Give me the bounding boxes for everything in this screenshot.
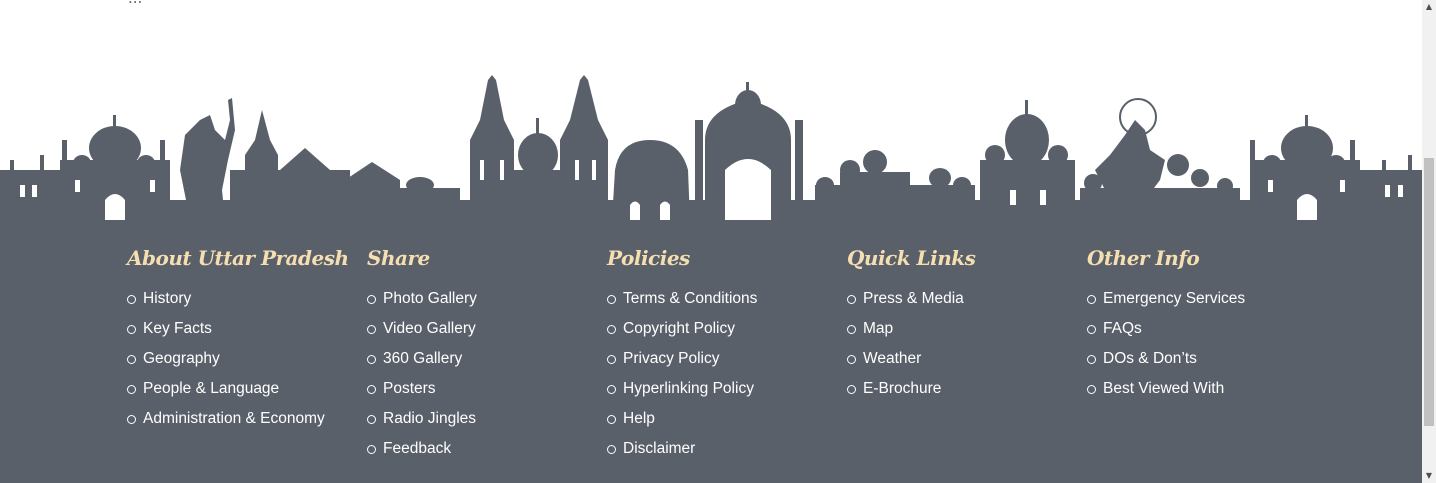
footer-link-360-gallery[interactable]: 360 Gallery <box>367 344 477 374</box>
link-label: DOs & Don’ts <box>1103 350 1197 367</box>
footer-link-administration-economy[interactable]: Administration & Economy <box>127 404 349 434</box>
circle-bullet-icon <box>847 324 856 334</box>
circle-bullet-icon <box>367 384 376 394</box>
link-label: Key Facts <box>143 320 212 337</box>
footer-column-title: Other Info <box>1087 246 1200 270</box>
link-label: Help <box>623 410 655 427</box>
circle-bullet-icon <box>607 414 616 424</box>
footer-link-list: Emergency Services FAQs DOs & Don’ts Bes… <box>1087 284 1245 404</box>
circle-bullet-icon <box>127 294 136 304</box>
footer-link-map[interactable]: Map <box>847 314 975 344</box>
footer-link-list: History Key Facts Geography People & Lan… <box>127 284 349 434</box>
circle-bullet-icon <box>1087 294 1096 304</box>
circle-bullet-icon <box>1087 354 1096 364</box>
circle-bullet-icon <box>127 354 136 364</box>
link-label: Best Viewed With <box>1103 380 1225 397</box>
scroll-up-arrow-icon[interactable]: ▲ <box>1422 0 1436 14</box>
link-label: Privacy Policy <box>623 350 720 367</box>
footer-link-e-brochure[interactable]: E-Brochure <box>847 374 975 404</box>
footer-column-title: Policies <box>607 246 690 270</box>
footer-column-policies: Policies Terms & Conditions Copyright Po… <box>607 246 757 464</box>
link-label: 360 Gallery <box>383 350 463 367</box>
link-label: Hyperlinking Policy <box>623 380 754 397</box>
circle-bullet-icon <box>367 354 376 364</box>
footer-column-title: Share <box>367 246 430 270</box>
footer-link-list: Photo Gallery Video Gallery 360 Gallery … <box>367 284 477 464</box>
footer-column-title: Quick Links <box>847 246 976 270</box>
footer-column-other-info: Other Info Emergency Services FAQs DOs &… <box>1087 246 1245 404</box>
circle-bullet-icon <box>367 324 376 334</box>
link-label: History <box>143 290 192 307</box>
main-content: ... <box>0 0 1422 483</box>
circle-bullet-icon <box>607 294 616 304</box>
link-label: Radio Jingles <box>383 410 477 427</box>
monuments-skyline-illustration <box>0 75 1422 225</box>
link-label: Press & Media <box>863 290 964 307</box>
footer-link-emergency-services[interactable]: Emergency Services <box>1087 284 1245 314</box>
circle-bullet-icon <box>607 354 616 364</box>
link-label: E-Brochure <box>863 380 942 397</box>
circle-bullet-icon <box>367 414 376 424</box>
footer-link-dos-donts[interactable]: DOs & Don’ts <box>1087 344 1245 374</box>
link-label: Emergency Services <box>1103 290 1246 307</box>
link-label: People & Language <box>143 380 280 397</box>
link-label: Weather <box>863 350 922 367</box>
circle-bullet-icon <box>1087 324 1096 334</box>
footer-link-list: Terms & Conditions Copyright Policy Priv… <box>607 284 757 464</box>
cropped-body-text: ... <box>128 0 142 7</box>
circle-bullet-icon <box>847 294 856 304</box>
footer-link-history[interactable]: History <box>127 284 349 314</box>
footer-link-copyright-policy[interactable]: Copyright Policy <box>607 314 757 344</box>
circle-bullet-icon <box>127 414 136 424</box>
footer-link-photo-gallery[interactable]: Photo Gallery <box>367 284 477 314</box>
site-footer: About Uttar Pradesh History Key Facts Ge… <box>0 220 1422 483</box>
footer-link-press-media[interactable]: Press & Media <box>847 284 975 314</box>
footer-link-hyperlinking-policy[interactable]: Hyperlinking Policy <box>607 374 757 404</box>
page: ... <box>0 0 1436 483</box>
link-label: Geography <box>143 350 220 367</box>
link-label: Video Gallery <box>383 320 476 337</box>
circle-bullet-icon <box>367 294 376 304</box>
circle-bullet-icon <box>1087 384 1096 394</box>
link-label: Map <box>863 320 894 337</box>
link-label: Photo Gallery <box>383 290 477 307</box>
link-label: Feedback <box>383 440 452 457</box>
footer-link-posters[interactable]: Posters <box>367 374 477 404</box>
vertical-scrollbar[interactable]: ▲ ▼ <box>1422 0 1436 483</box>
footer-link-terms-conditions[interactable]: Terms & Conditions <box>607 284 757 314</box>
footer-link-video-gallery[interactable]: Video Gallery <box>367 314 477 344</box>
footer-link-disclaimer[interactable]: Disclaimer <box>607 434 757 464</box>
circle-bullet-icon <box>127 324 136 334</box>
circle-bullet-icon <box>847 384 856 394</box>
footer-link-geography[interactable]: Geography <box>127 344 349 374</box>
circle-bullet-icon <box>607 444 616 454</box>
scroll-down-arrow-icon[interactable]: ▼ <box>1422 469 1436 483</box>
footer-link-feedback[interactable]: Feedback <box>367 434 477 464</box>
circle-bullet-icon <box>367 444 376 454</box>
link-label: Posters <box>383 380 436 397</box>
footer-column-about: About Uttar Pradesh History Key Facts Ge… <box>127 246 349 434</box>
footer-column-title: About Uttar Pradesh <box>127 246 349 270</box>
footer-link-list: Press & Media Map Weather E-Brochure <box>847 284 975 404</box>
link-label: Terms & Conditions <box>623 290 758 307</box>
footer-column-share: Share Photo Gallery Video Gallery 360 Ga… <box>367 246 477 464</box>
scrollbar-thumb[interactable] <box>1424 158 1434 426</box>
link-label: Disclaimer <box>623 440 696 457</box>
footer-link-best-viewed-with[interactable]: Best Viewed With <box>1087 374 1245 404</box>
circle-bullet-icon <box>607 384 616 394</box>
link-label: Copyright Policy <box>623 320 735 337</box>
circle-bullet-icon <box>847 354 856 364</box>
link-label: FAQs <box>1103 320 1142 337</box>
footer-column-quick-links: Quick Links Press & Media Map Weather E-… <box>847 246 976 404</box>
footer-link-people-language[interactable]: People & Language <box>127 374 349 404</box>
link-label: Administration & Economy <box>143 410 325 427</box>
footer-link-privacy-policy[interactable]: Privacy Policy <box>607 344 757 374</box>
footer-link-radio-jingles[interactable]: Radio Jingles <box>367 404 477 434</box>
footer-link-help[interactable]: Help <box>607 404 757 434</box>
footer-link-key-facts[interactable]: Key Facts <box>127 314 349 344</box>
footer-link-faqs[interactable]: FAQs <box>1087 314 1245 344</box>
circle-bullet-icon <box>607 324 616 334</box>
footer-link-weather[interactable]: Weather <box>847 344 975 374</box>
circle-bullet-icon <box>127 384 136 394</box>
